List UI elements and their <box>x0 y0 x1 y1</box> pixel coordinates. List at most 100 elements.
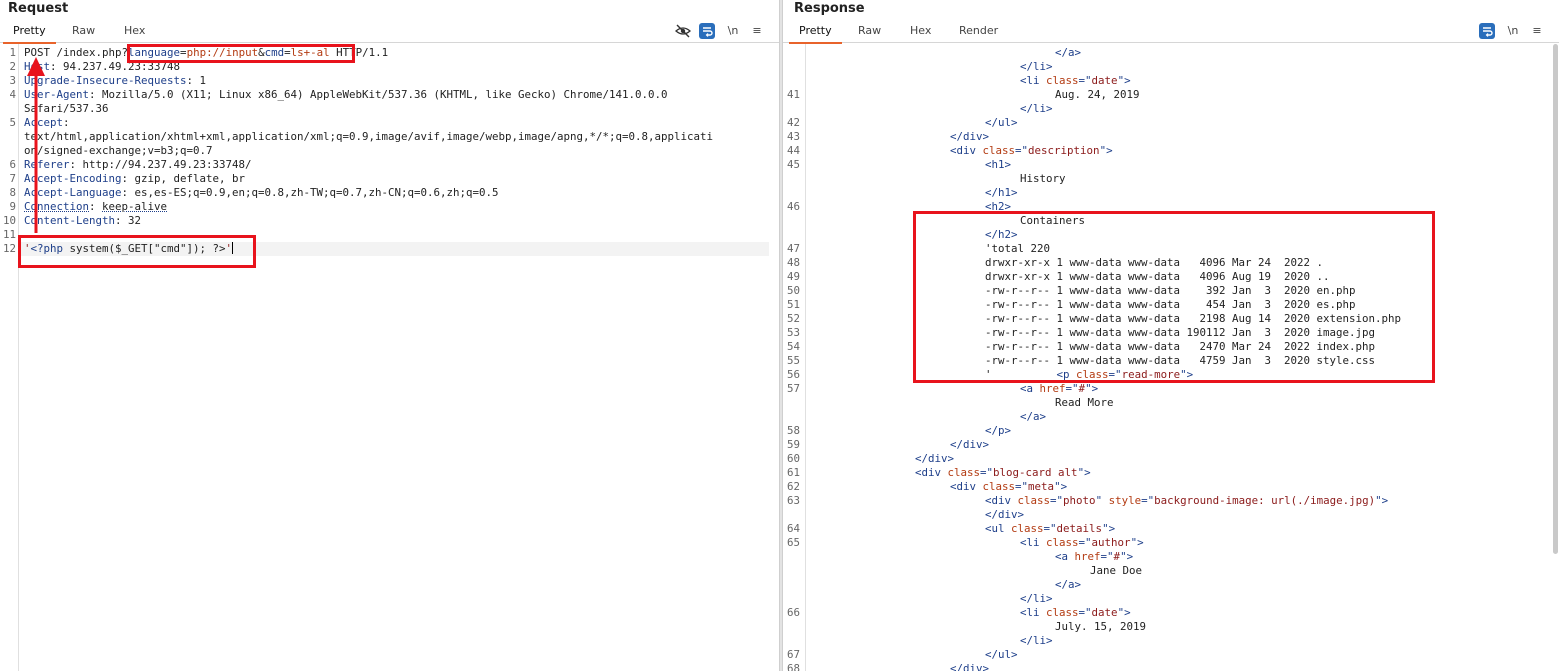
code-line[interactable]: <li class="date"> <box>810 74 1131 88</box>
line-number: 10 <box>2 214 16 227</box>
code-line[interactable]: <div class="blog-card alt"> <box>810 466 1091 480</box>
line-number: 11 <box>2 228 16 241</box>
code-line[interactable]: <li class="author"> <box>810 536 1144 550</box>
request-tab-pretty[interactable]: Pretty <box>3 24 56 44</box>
line-number: 68 <box>786 662 800 671</box>
code-line[interactable]: <a href="#"> <box>810 382 1098 396</box>
code-token: class <box>1046 536 1079 549</box>
code-line[interactable]: </li> <box>810 634 1053 648</box>
line-number: 7 <box>9 172 16 185</box>
response-scrollbar[interactable] <box>1551 44 1559 671</box>
code-token: class <box>982 144 1016 157</box>
menu-icon[interactable]: ≡ <box>749 23 765 39</box>
code-line[interactable]: </li> <box>810 60 1053 74</box>
code-token: <li <box>1020 74 1047 87</box>
code-token: User-Agent <box>24 88 90 101</box>
code-token: </div> <box>950 130 990 143</box>
code-line[interactable]: </ul> <box>810 116 1018 130</box>
code-token: Upgrade-Insecure-Requests <box>24 74 187 87</box>
code-line[interactable]: </div> <box>810 662 989 671</box>
code-token: =" <box>1078 536 1092 549</box>
code-line[interactable]: <h1> <box>810 158 1011 172</box>
code-token: Aug. 24, 2019 <box>1055 88 1140 101</box>
code-line[interactable]: Jane Doe <box>810 564 1142 578</box>
code-line[interactable]: </div> <box>810 508 1024 522</box>
code-line[interactable]: <li class="date"> <box>810 606 1131 620</box>
code-token: date <box>1091 606 1118 619</box>
code-line[interactable]: </div> <box>810 452 954 466</box>
code-line[interactable]: <ul class="details"> <box>810 522 1115 536</box>
line-number: 2 <box>9 60 16 73</box>
response-tab-hex[interactable]: Hex <box>910 24 931 41</box>
code-token: =" <box>1078 74 1092 87</box>
code-line[interactable]: History <box>810 172 1066 186</box>
code-token: class <box>1046 74 1079 87</box>
code-line[interactable]: </a> <box>810 46 1081 60</box>
code-line[interactable]: </p> <box>810 424 1011 438</box>
code-line[interactable]: Aug. 24, 2019 <box>810 88 1140 102</box>
newline-toggle[interactable]: \n <box>1505 23 1521 39</box>
code-token: </li> <box>1020 60 1053 73</box>
line-number: 60 <box>786 452 800 465</box>
code-token: "> <box>1085 382 1099 395</box>
code-token: "> <box>1077 466 1091 479</box>
code-token: class <box>1046 606 1079 619</box>
code-line[interactable]: Read More <box>810 396 1114 410</box>
code-line[interactable]: Accept-Language: es,es-ES;q=0.9,en;q=0.8… <box>24 186 499 200</box>
request-tab-raw[interactable]: Raw <box>72 24 95 41</box>
code-token: </h1> <box>985 186 1018 199</box>
code-token: <a <box>1020 382 1040 395</box>
hide-headers-icon[interactable] <box>675 23 691 39</box>
wrap-lines-icon[interactable] <box>699 23 715 39</box>
code-line[interactable]: Connection: keep-alive <box>24 200 167 214</box>
request-tab-hex[interactable]: Hex <box>124 24 145 41</box>
response-tab-raw[interactable]: Raw <box>858 24 881 41</box>
line-number: 67 <box>786 648 800 661</box>
code-token: "> <box>1099 144 1113 157</box>
code-token: <div <box>915 466 948 479</box>
code-line[interactable]: text/html,application/xhtml+xml,applicat… <box>24 130 713 144</box>
code-line[interactable]: </div> <box>810 130 989 144</box>
code-line[interactable]: July. 15, 2019 <box>810 620 1146 634</box>
code-token: =" <box>1043 522 1057 535</box>
scrollbar-thumb[interactable] <box>1553 44 1558 554</box>
code-token: description <box>1028 144 1100 157</box>
code-token: text/html,application/xhtml+xml,applicat… <box>24 130 714 143</box>
code-line[interactable]: </ul> <box>810 648 1018 662</box>
code-line[interactable]: Accept: <box>24 116 70 130</box>
code-token: =" <box>1015 480 1029 493</box>
code-line[interactable]: on/signed-exchange;v=b3;q=0.7 <box>24 144 213 158</box>
code-line[interactable]: Accept-Encoding: gzip, deflate, br <box>24 172 245 186</box>
code-line[interactable]: Upgrade-Insecure-Requests: 1 <box>24 74 206 88</box>
code-line[interactable]: User-Agent: Mozilla/5.0 (X11; Linux x86_… <box>24 88 668 102</box>
code-token: href <box>1074 550 1101 563</box>
request-title: Request <box>8 1 69 16</box>
code-line[interactable]: </li> <box>810 592 1053 606</box>
code-line[interactable]: </h1> <box>810 186 1018 200</box>
code-line[interactable]: <div class="photo" style="background-ima… <box>810 494 1388 508</box>
code-line[interactable]: <div class="description"> <box>810 144 1113 158</box>
newline-toggle[interactable]: \n <box>725 23 741 39</box>
response-tab-pretty[interactable]: Pretty <box>789 24 842 44</box>
code-line[interactable]: <a href="#"> <box>810 550 1133 564</box>
request-editor[interactable]: 1 POST /index.php?language=php://input&cm… <box>0 44 779 671</box>
code-token: </a> <box>1020 410 1047 423</box>
code-token: July. 15, 2019 <box>1055 620 1147 633</box>
code-line[interactable]: </a> <box>810 410 1046 424</box>
line-number: 57 <box>786 382 800 395</box>
code-line[interactable]: Referer: http://94.237.49.23:33748/ <box>24 158 252 172</box>
line-number: 3 <box>9 74 16 87</box>
request-pane: Request Pretty Raw Hex \n ≡ 1 POST /index… <box>0 0 779 671</box>
code-token: Connection <box>24 200 90 213</box>
code-line[interactable]: </div> <box>810 438 989 452</box>
code-line[interactable]: </li> <box>810 102 1053 116</box>
wrap-lines-icon[interactable] <box>1479 23 1495 39</box>
code-line[interactable]: </a> <box>810 578 1081 592</box>
response-tab-render[interactable]: Render <box>959 24 998 41</box>
code-line[interactable]: <div class="meta"> <box>810 480 1067 494</box>
line-number: 12 <box>2 242 16 255</box>
code-line[interactable]: Content-Length: 32 <box>24 214 141 228</box>
line-number: 65 <box>786 536 800 549</box>
code-line[interactable]: Safari/537.36 <box>24 102 109 116</box>
menu-icon[interactable]: ≡ <box>1529 23 1545 39</box>
